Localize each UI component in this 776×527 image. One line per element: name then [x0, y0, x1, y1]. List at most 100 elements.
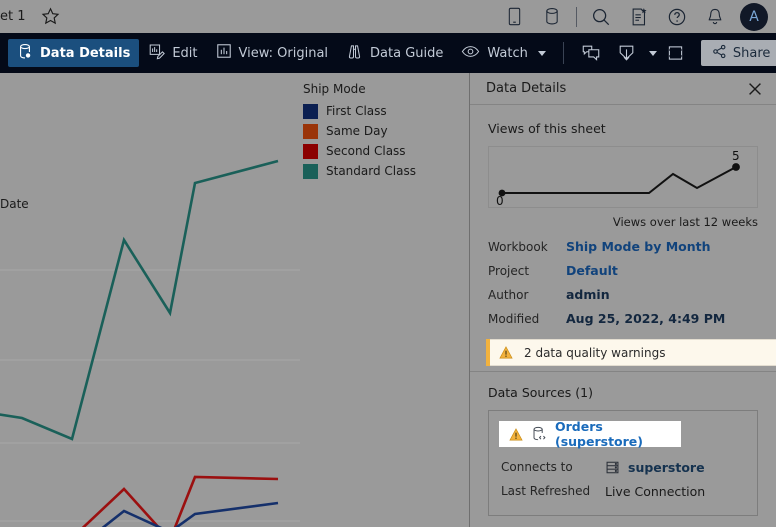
views-sparkline: 0 5	[488, 146, 758, 208]
bar-chart-icon	[216, 43, 232, 63]
tab-view-original[interactable]: View: Original	[207, 39, 338, 67]
fullscreen-icon[interactable]	[659, 39, 693, 67]
comment-icon[interactable]	[574, 39, 608, 67]
view-label: View: Original	[238, 45, 329, 61]
sparkline-svg: 0 5	[496, 149, 740, 208]
edit-label: Edit	[172, 45, 198, 61]
notifications-bell-icon[interactable]	[696, 0, 734, 33]
metadata-row-modified: Modified Aug 25, 2022, 4:49 PM	[488, 311, 758, 335]
tab-edit[interactable]: Edit	[139, 39, 206, 67]
legend-title: Ship Mode	[303, 82, 366, 96]
download-chevron-down-icon[interactable]	[648, 50, 657, 56]
server-icon	[605, 460, 620, 475]
binoculars-icon	[346, 43, 363, 64]
legend-swatch	[303, 103, 318, 119]
eye-icon	[461, 44, 480, 63]
data-details-icon	[17, 43, 33, 64]
sparkline-caption: Views over last 12 weeks	[612, 215, 758, 229]
sparkline-end-label: 5	[732, 149, 740, 163]
connects-to-value: superstore	[628, 459, 705, 475]
metadata-key: Modified	[488, 312, 540, 326]
legend-item-first-class[interactable]: First Class	[303, 101, 463, 121]
metadata-key: Workbook	[488, 240, 548, 254]
sparkline-path	[502, 166, 737, 194]
legend-item-standard-class[interactable]: Standard Class	[303, 161, 463, 181]
panel-section-divider	[470, 371, 776, 372]
share-label: Share	[732, 45, 771, 61]
viz-area[interactable]: Date Ship Mode First Class Same Day Seco…	[0, 73, 470, 527]
data-source-name-link[interactable]: Orders (superstore)	[555, 419, 671, 449]
series-line-standard-class	[0, 159, 279, 441]
warning-text: 2 data quality warnings	[524, 345, 666, 360]
metadata-row-project: Project Default	[488, 263, 758, 287]
legend-swatch	[303, 163, 318, 179]
data-source-card: Orders (superstore) Connects to supersto…	[488, 410, 758, 516]
data-source-key: Last Refreshed	[501, 484, 591, 498]
sheet-name: et 1	[0, 9, 26, 24]
chevron-down-icon[interactable]	[537, 50, 546, 56]
help-icon[interactable]	[658, 0, 696, 33]
legend-label: Second Class	[326, 144, 406, 158]
views-section: Views of this sheet 0 5 Views over last …	[470, 105, 776, 229]
top-bar: et 1 A	[0, 0, 776, 33]
data-details-panel: Data Details Views of this sheet 0 5 Vie…	[470, 73, 776, 527]
warning-triangle-icon	[509, 427, 523, 441]
legend-label: Standard Class	[326, 164, 416, 178]
legend-item-second-class[interactable]: Second Class	[303, 141, 463, 161]
series-line-second-class	[81, 475, 279, 527]
data-sources-title: Data Sources (1)	[488, 385, 593, 400]
data-quality-warning-banner[interactable]: 2 data quality warnings	[486, 339, 776, 366]
panel-header: Data Details	[470, 73, 776, 105]
panel-title: Data Details	[486, 81, 567, 96]
last-refreshed-value: Live Connection	[605, 483, 706, 499]
workbook-link[interactable]: Ship Mode by Month	[566, 239, 711, 254]
tab-data-details[interactable]: Data Details	[8, 39, 140, 67]
legend[interactable]: Ship Mode First Class Same Day Second Cl…	[303, 82, 463, 181]
tableau-view-page: et 1 A Data Details Edit View: Original …	[0, 0, 776, 527]
data-source-key: Connects to	[501, 460, 573, 474]
data-sources-section: Data Sources (1) Orders (superstore) Con…	[470, 385, 776, 516]
legend-label: First Class	[326, 104, 387, 118]
modified-value: Aug 25, 2022, 4:49 PM	[566, 311, 726, 326]
database-code-icon	[531, 426, 547, 442]
search-icon[interactable]	[582, 0, 620, 33]
workbook-metadata: Workbook Ship Mode by Month Project Defa…	[470, 239, 776, 335]
legend-swatch	[303, 143, 318, 159]
toolbar-right-actions: Share	[555, 39, 776, 67]
author-value: admin	[566, 287, 610, 302]
download-icon[interactable]	[610, 39, 644, 67]
views-section-title: Views of this sheet	[488, 121, 606, 136]
data-source-row-last-refreshed: Last Refreshed Live Connection	[489, 479, 757, 503]
metadata-row-author: Author admin	[488, 287, 758, 311]
mobile-layout-icon[interactable]	[495, 0, 533, 33]
legend-label: Same Day	[326, 124, 388, 138]
new-explore-icon[interactable]	[620, 0, 658, 33]
legend-item-same-day[interactable]: Same Day	[303, 121, 463, 141]
share-icon	[712, 44, 727, 63]
data-source-row-connects-to: Connects to superstore	[489, 455, 757, 479]
project-link[interactable]: Default	[566, 263, 618, 278]
favorite-star-icon[interactable]	[40, 6, 61, 27]
tab-data-guide[interactable]: Data Guide	[337, 39, 452, 67]
close-icon[interactable]	[744, 78, 766, 100]
warning-accent-bar	[486, 339, 490, 366]
share-button[interactable]: Share	[700, 40, 776, 66]
data-source-icon[interactable]	[533, 0, 571, 33]
data-source-value: superstore	[605, 460, 705, 475]
view-toolbar: Data Details Edit View: Original Data Gu…	[0, 33, 776, 73]
data-guide-label: Data Guide	[370, 45, 444, 61]
watch-label: Watch	[487, 45, 528, 61]
top-bar-divider	[576, 6, 577, 27]
metadata-key: Author	[488, 288, 529, 302]
tab-watch[interactable]: Watch	[452, 39, 554, 67]
sparkline-start-label: 0	[496, 194, 504, 207]
edit-pencil-icon	[148, 43, 166, 64]
data-details-label: Data Details	[40, 45, 131, 61]
legend-swatch	[303, 123, 318, 139]
metadata-key: Project	[488, 264, 530, 278]
top-bar-actions: A	[495, 0, 776, 33]
metadata-row-workbook: Workbook Ship Mode by Month	[488, 239, 758, 263]
avatar[interactable]: A	[740, 2, 768, 31]
data-source-name-row[interactable]: Orders (superstore)	[499, 419, 681, 449]
warning-triangle-icon	[499, 346, 513, 359]
